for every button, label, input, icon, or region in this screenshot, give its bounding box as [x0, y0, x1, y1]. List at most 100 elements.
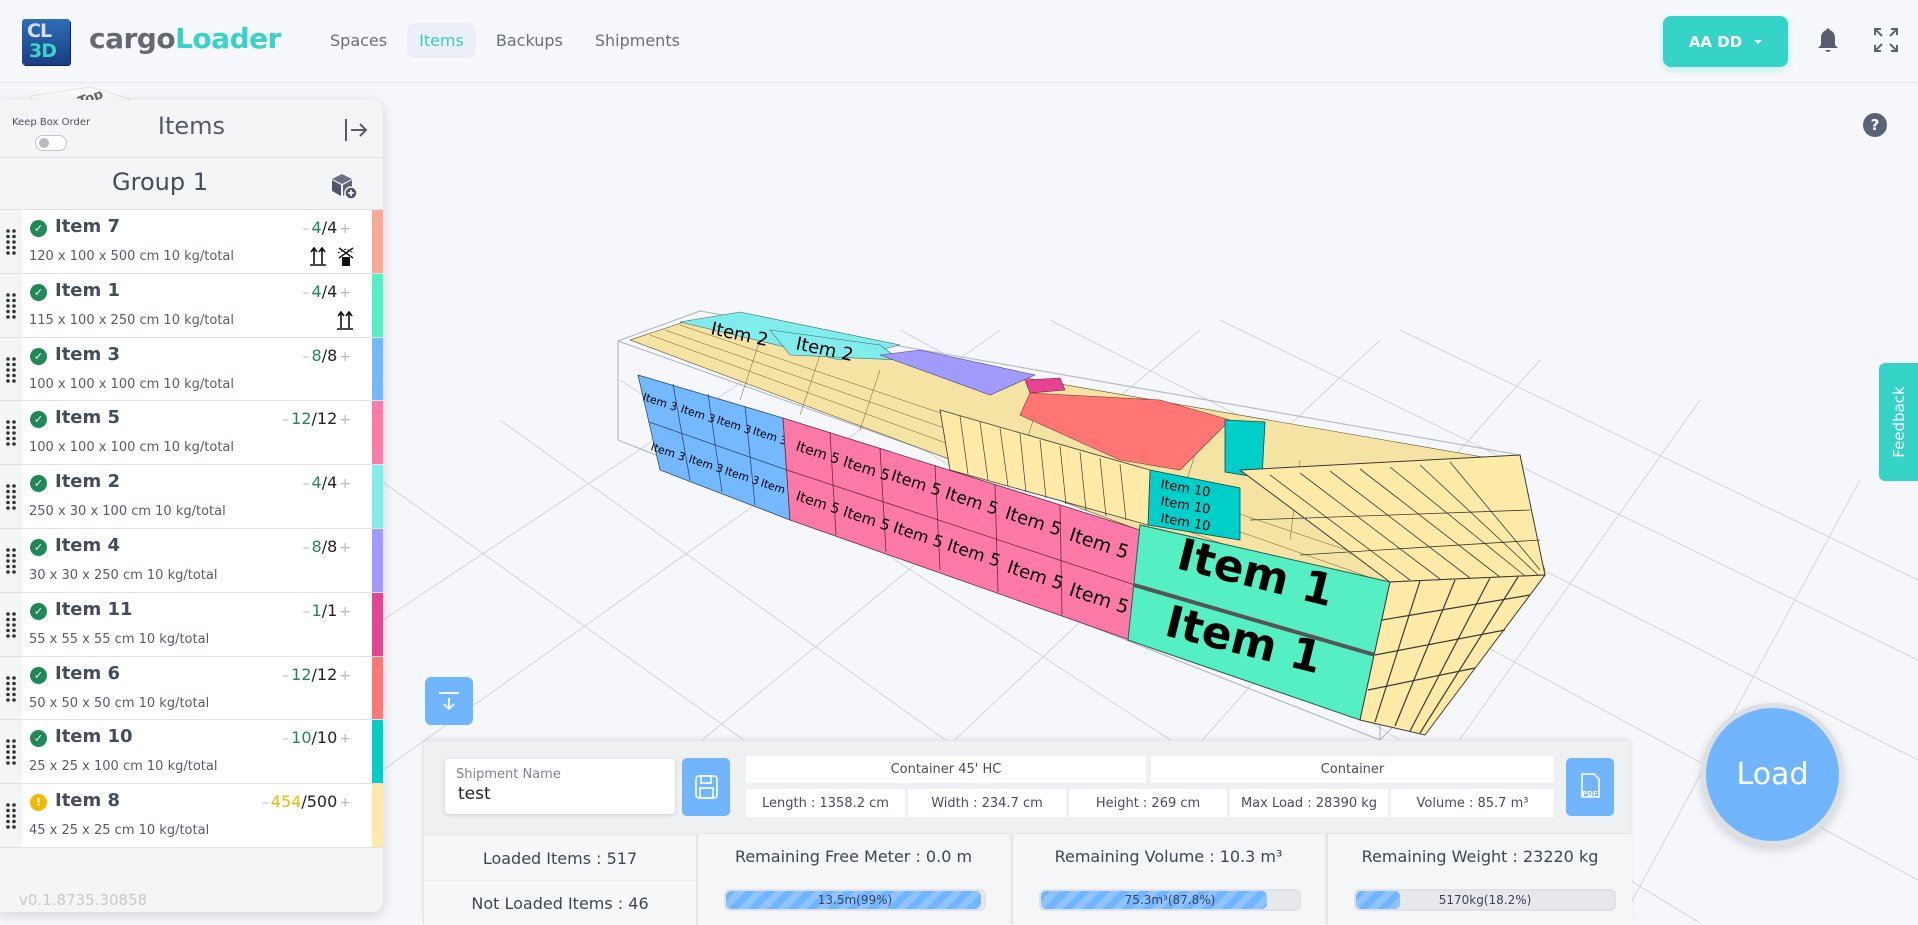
do-not-stack-icon	[335, 245, 355, 267]
drag-handle-icon[interactable]	[0, 592, 22, 656]
volume-progress: 75.3m³(87.8%)	[1039, 889, 1301, 911]
item-color-swatch	[372, 528, 383, 592]
save-button[interactable]	[682, 758, 730, 816]
shipment-name-input[interactable]	[458, 784, 658, 804]
tab-spaces[interactable]: Spaces	[318, 23, 399, 58]
item-row[interactable]: ! Item 8 45 x 25 x 25 cm 10 kg/total –454/5…	[0, 784, 383, 848]
total-count: 12	[316, 664, 338, 684]
item-row[interactable]: ✓ Item 4 30 x 30 x 250 cm 10 kg/total –8/8 +	[0, 528, 383, 593]
feedback-label: Feedback	[1889, 386, 1908, 458]
loaded-count: 8	[311, 345, 322, 365]
item-row[interactable]: ✓ Item 7 120 x 100 x 500 cm 10 kg/total –4/…	[0, 210, 383, 274]
pdf-export-button[interactable]: PDF	[1566, 758, 1614, 816]
loaded-count: 4	[311, 218, 322, 237]
items-panel-title: Items	[157, 112, 226, 140]
tab-items[interactable]: Items	[407, 23, 476, 58]
warning-circle-icon: !	[30, 794, 47, 812]
increment-button[interactable]: +	[339, 412, 351, 428]
pdf-icon-label: PDF	[1582, 790, 1598, 798]
decrement-button[interactable]: –	[262, 795, 269, 811]
increment-button[interactable]: +	[339, 221, 351, 237]
decrement-button[interactable]: –	[303, 540, 310, 556]
check-circle-icon: ✓	[30, 283, 47, 301]
download-button[interactable]	[425, 677, 473, 725]
increment-button[interactable]: +	[339, 540, 351, 556]
drag-handle-icon[interactable]	[0, 720, 22, 784]
pdf-icon: PDF	[1581, 773, 1600, 798]
decrement-button[interactable]: –	[282, 668, 289, 684]
item-row[interactable]: ✓ Item 3 100 x 100 x 100 cm 10 kg/total –8/…	[0, 337, 383, 402]
decrement-button[interactable]: –	[303, 476, 310, 492]
item-row[interactable]: ✓ Item 1 115 x 100 x 250 cm 10 kg/total –4/…	[0, 273, 383, 338]
item-name: Item 6	[55, 662, 121, 684]
weight-stat: Remaining Weight : 23220 kg 5170kg(18.2%…	[1326, 834, 1632, 925]
item-row[interactable]: ✓ Item 2 250 x 30 x 100 cm 10 kg/total –4/4…	[0, 465, 383, 529]
item-row[interactable]: ✓ Item 5 100 x 100 x 100 cm 10 kg/total –12…	[0, 401, 383, 466]
decrement-button[interactable]: –	[282, 731, 289, 747]
load-button[interactable]: Load	[1701, 703, 1844, 846]
free-meter-bar-label: 13.5m(99%)	[817, 893, 893, 907]
feedback-button[interactable]: Feedback	[1879, 363, 1918, 481]
check-circle-icon: ✓	[30, 475, 47, 493]
drag-handle-icon[interactable]	[0, 210, 22, 273]
tab-shipments[interactable]: Shipments	[583, 23, 692, 58]
item-color-swatch	[372, 337, 383, 401]
increment-button[interactable]: +	[339, 795, 351, 811]
increment-button[interactable]: +	[339, 285, 351, 301]
fullscreen-icon[interactable]	[1872, 26, 1900, 54]
drag-handle-icon[interactable]	[0, 465, 22, 528]
decrement-button[interactable]: –	[303, 349, 310, 365]
item-color-swatch	[372, 784, 383, 847]
container-length: Length : 1358.2 cm	[746, 789, 905, 817]
drag-handle-icon[interactable]	[0, 528, 22, 592]
item-dimensions: 25 x 25 x 100 cm 10 kg/total	[29, 759, 218, 775]
drag-handle-icon[interactable]	[0, 401, 22, 465]
total-count: 8	[327, 345, 338, 365]
collapse-panel-icon[interactable]	[343, 117, 369, 143]
add-box-icon[interactable]	[330, 172, 358, 200]
drag-handle-icon[interactable]	[0, 784, 22, 847]
decrement-button[interactable]: –	[282, 412, 289, 428]
increment-button[interactable]: +	[339, 476, 351, 492]
item-quantity: –4/4 +	[301, 218, 354, 237]
drag-handle-icon[interactable]	[0, 273, 22, 337]
item-dimensions: 55 x 55 x 55 cm 10 kg/total	[29, 631, 210, 647]
item-color-swatch	[372, 210, 383, 273]
decrement-button[interactable]: –	[303, 604, 310, 620]
loaded-count: 12	[291, 409, 312, 429]
increment-button[interactable]: +	[339, 731, 351, 747]
increment-button[interactable]: +	[339, 349, 351, 365]
bell-icon[interactable]	[1817, 28, 1839, 54]
items-panel: Keep Box Order Items Group 1 ✓ Item 7 120 …	[0, 100, 383, 912]
item-name: Item 10	[55, 726, 133, 748]
item-counts: Loaded Items : 517 Not Loaded Items : 46	[424, 834, 696, 925]
increment-button[interactable]: +	[339, 668, 351, 684]
item-dimensions: 250 x 30 x 100 cm 10 kg/total	[29, 504, 226, 520]
item-row[interactable]: ✓ Item 11 55 x 55 x 55 cm 10 kg/total –1/1 +	[0, 592, 383, 657]
shipment-name-field[interactable]: Shipment Name	[445, 759, 675, 814]
logo[interactable]: CL 3D	[22, 19, 70, 65]
drag-handle-icon[interactable]	[0, 656, 22, 720]
item-quantity: –12/12 +	[280, 665, 353, 684]
check-circle-icon: ✓	[30, 602, 47, 620]
volume-title: Remaining Volume : 10.3 m³	[1054, 847, 1283, 866]
increment-button[interactable]: +	[339, 604, 351, 620]
tab-backups[interactable]: Backups	[484, 23, 575, 58]
item-color-swatch	[372, 401, 383, 465]
brand-name[interactable]: cargoLoader	[89, 22, 281, 55]
item-row[interactable]: ✓ Item 6 50 x 50 x 50 cm 10 kg/total –12/12…	[0, 656, 383, 721]
help-icon[interactable]: ?	[1863, 113, 1887, 137]
decrement-button[interactable]: –	[303, 285, 310, 301]
item-quantity: –10/10 +	[280, 728, 353, 747]
volume-bar-label: 75.3m³(87.8%)	[1124, 893, 1216, 907]
total-count: 8	[327, 536, 338, 556]
item-quantity: –12/12 +	[280, 409, 353, 428]
logo-text-bottom: 3D	[29, 40, 57, 62]
user-menu-button[interactable]: AA DD	[1663, 16, 1788, 67]
total-count: 4	[327, 473, 338, 493]
container-max-load: Max Load : 28390 kg	[1230, 789, 1388, 817]
decrement-button[interactable]: –	[303, 221, 310, 237]
top-navbar: CL 3D cargoLoader Spaces Items Backups S…	[0, 0, 1918, 83]
item-row[interactable]: ✓ Item 10 25 x 25 x 100 cm 10 kg/total –10/…	[0, 720, 383, 785]
drag-handle-icon[interactable]	[0, 337, 22, 401]
